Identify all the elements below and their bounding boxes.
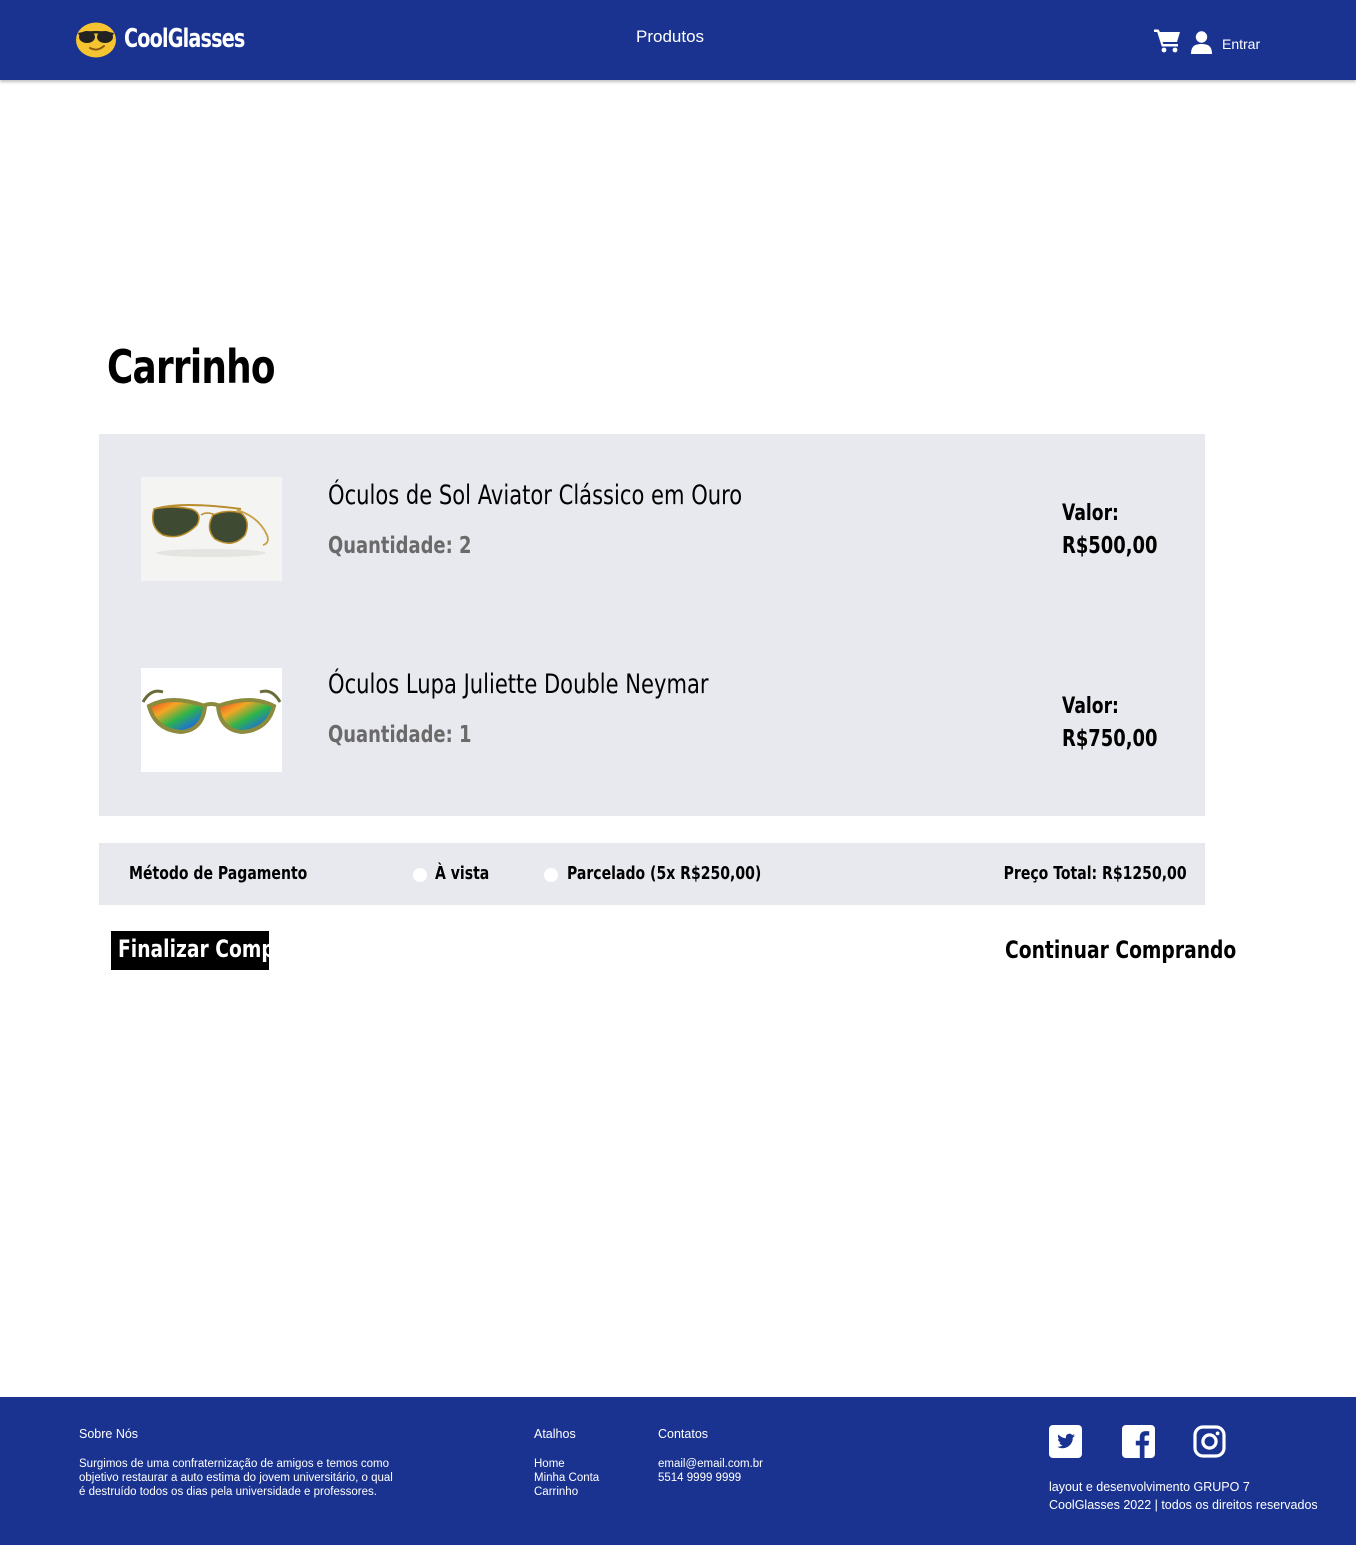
footer-about-line: é destruído todos os dias pela universid…	[79, 1486, 377, 1498]
footer-copyright-line: CoolGlasses 2022 | todos os direitos res…	[1049, 1498, 1318, 1512]
site-footer: Sobre Nós Surgimos de uma confraternizaç…	[0, 1397, 1356, 1545]
footer-contacts-title: Contatos	[658, 1427, 709, 1441]
cart-item-quantity: Quantidade: 1	[328, 722, 472, 748]
site-header: CoolGlasses Produtos Entrar	[0, 0, 1356, 80]
product-image-juliette	[141, 668, 282, 772]
footer-credits: layout e desenvolvimento GRUPO 7 CoolGla…	[1049, 1478, 1318, 1514]
total-price: Preço Total: R$1250,00	[1004, 863, 1187, 884]
footer-link-account[interactable]: Minha Conta	[534, 1471, 599, 1485]
footer-link-home[interactable]: Home	[534, 1457, 599, 1471]
twitter-icon[interactable]	[1049, 1425, 1082, 1458]
footer-contacts-list: email@email.com.br 5514 9999 9999	[658, 1457, 763, 1485]
instagram-icon[interactable]	[1193, 1425, 1226, 1458]
payment-cash-label[interactable]: À vista	[435, 863, 489, 884]
payment-method-label: Método de Pagamento	[129, 863, 308, 884]
continue-shopping-link[interactable]: Continuar Comprando	[1005, 936, 1236, 964]
cart-item: Óculos Lupa Juliette Double Neymar Quant…	[99, 668, 1205, 778]
page-title: Carrinho	[107, 340, 276, 394]
footer-contact-phone: 5514 9999 9999	[658, 1472, 742, 1484]
cart-item-price: R$500,00	[1062, 533, 1158, 559]
footer-about-line: Surgimos de uma confraternização de amig…	[79, 1458, 390, 1470]
cart-items-panel: Óculos de Sol Aviator Clássico em Ouro Q…	[99, 434, 1205, 816]
footer-shortcuts-list: Home Minha Conta Carrinho	[534, 1457, 599, 1499]
nav-products-link[interactable]: Produtos	[636, 27, 704, 47]
footer-about-line: objetivo restaurar a auto estima do jove…	[79, 1472, 393, 1484]
footer-about-text: Surgimos de uma confraternização de amig…	[79, 1457, 393, 1499]
payment-installments-radio[interactable]	[544, 868, 558, 882]
cart-item: Óculos de Sol Aviator Clássico em Ouro Q…	[99, 477, 1205, 587]
footer-contact-email[interactable]: email@email.com.br	[658, 1457, 763, 1471]
product-image-aviator	[141, 477, 282, 581]
cart-icon[interactable]	[1154, 28, 1181, 53]
facebook-icon[interactable]	[1122, 1425, 1155, 1458]
cart-item-name: Óculos Lupa Juliette Double Neymar	[328, 669, 709, 700]
finish-purchase-button[interactable]: Finalizar Compra	[111, 931, 269, 970]
finish-purchase-label: Finalizar Compra	[118, 935, 269, 963]
payment-cash-radio[interactable]	[413, 868, 427, 882]
payment-bar: Método de Pagamento À vista Parcelado (5…	[99, 843, 1205, 905]
brand-name: CoolGlasses	[124, 24, 245, 54]
footer-shortcuts-title: Atalhos	[534, 1427, 576, 1441]
footer-credit-line: layout e desenvolvimento GRUPO 7	[1049, 1480, 1250, 1494]
login-link[interactable]: Entrar	[1222, 36, 1260, 52]
footer-about-title: Sobre Nós	[79, 1427, 139, 1441]
cart-item-price-label: Valor:	[1062, 501, 1119, 526]
payment-installments-label[interactable]: Parcelado (5x R$250,00)	[567, 863, 761, 884]
cart-item-quantity: Quantidade: 2	[328, 533, 472, 559]
footer-link-cart[interactable]: Carrinho	[534, 1485, 599, 1499]
sunglasses-emoji-icon	[76, 22, 116, 58]
cart-item-price: R$750,00	[1062, 726, 1158, 752]
brand-logo[interactable]: CoolGlasses	[75, 18, 271, 60]
cart-item-price-label: Valor:	[1062, 694, 1119, 719]
user-icon[interactable]	[1191, 31, 1212, 54]
cart-item-name: Óculos de Sol Aviator Clássico em Ouro	[328, 480, 743, 511]
